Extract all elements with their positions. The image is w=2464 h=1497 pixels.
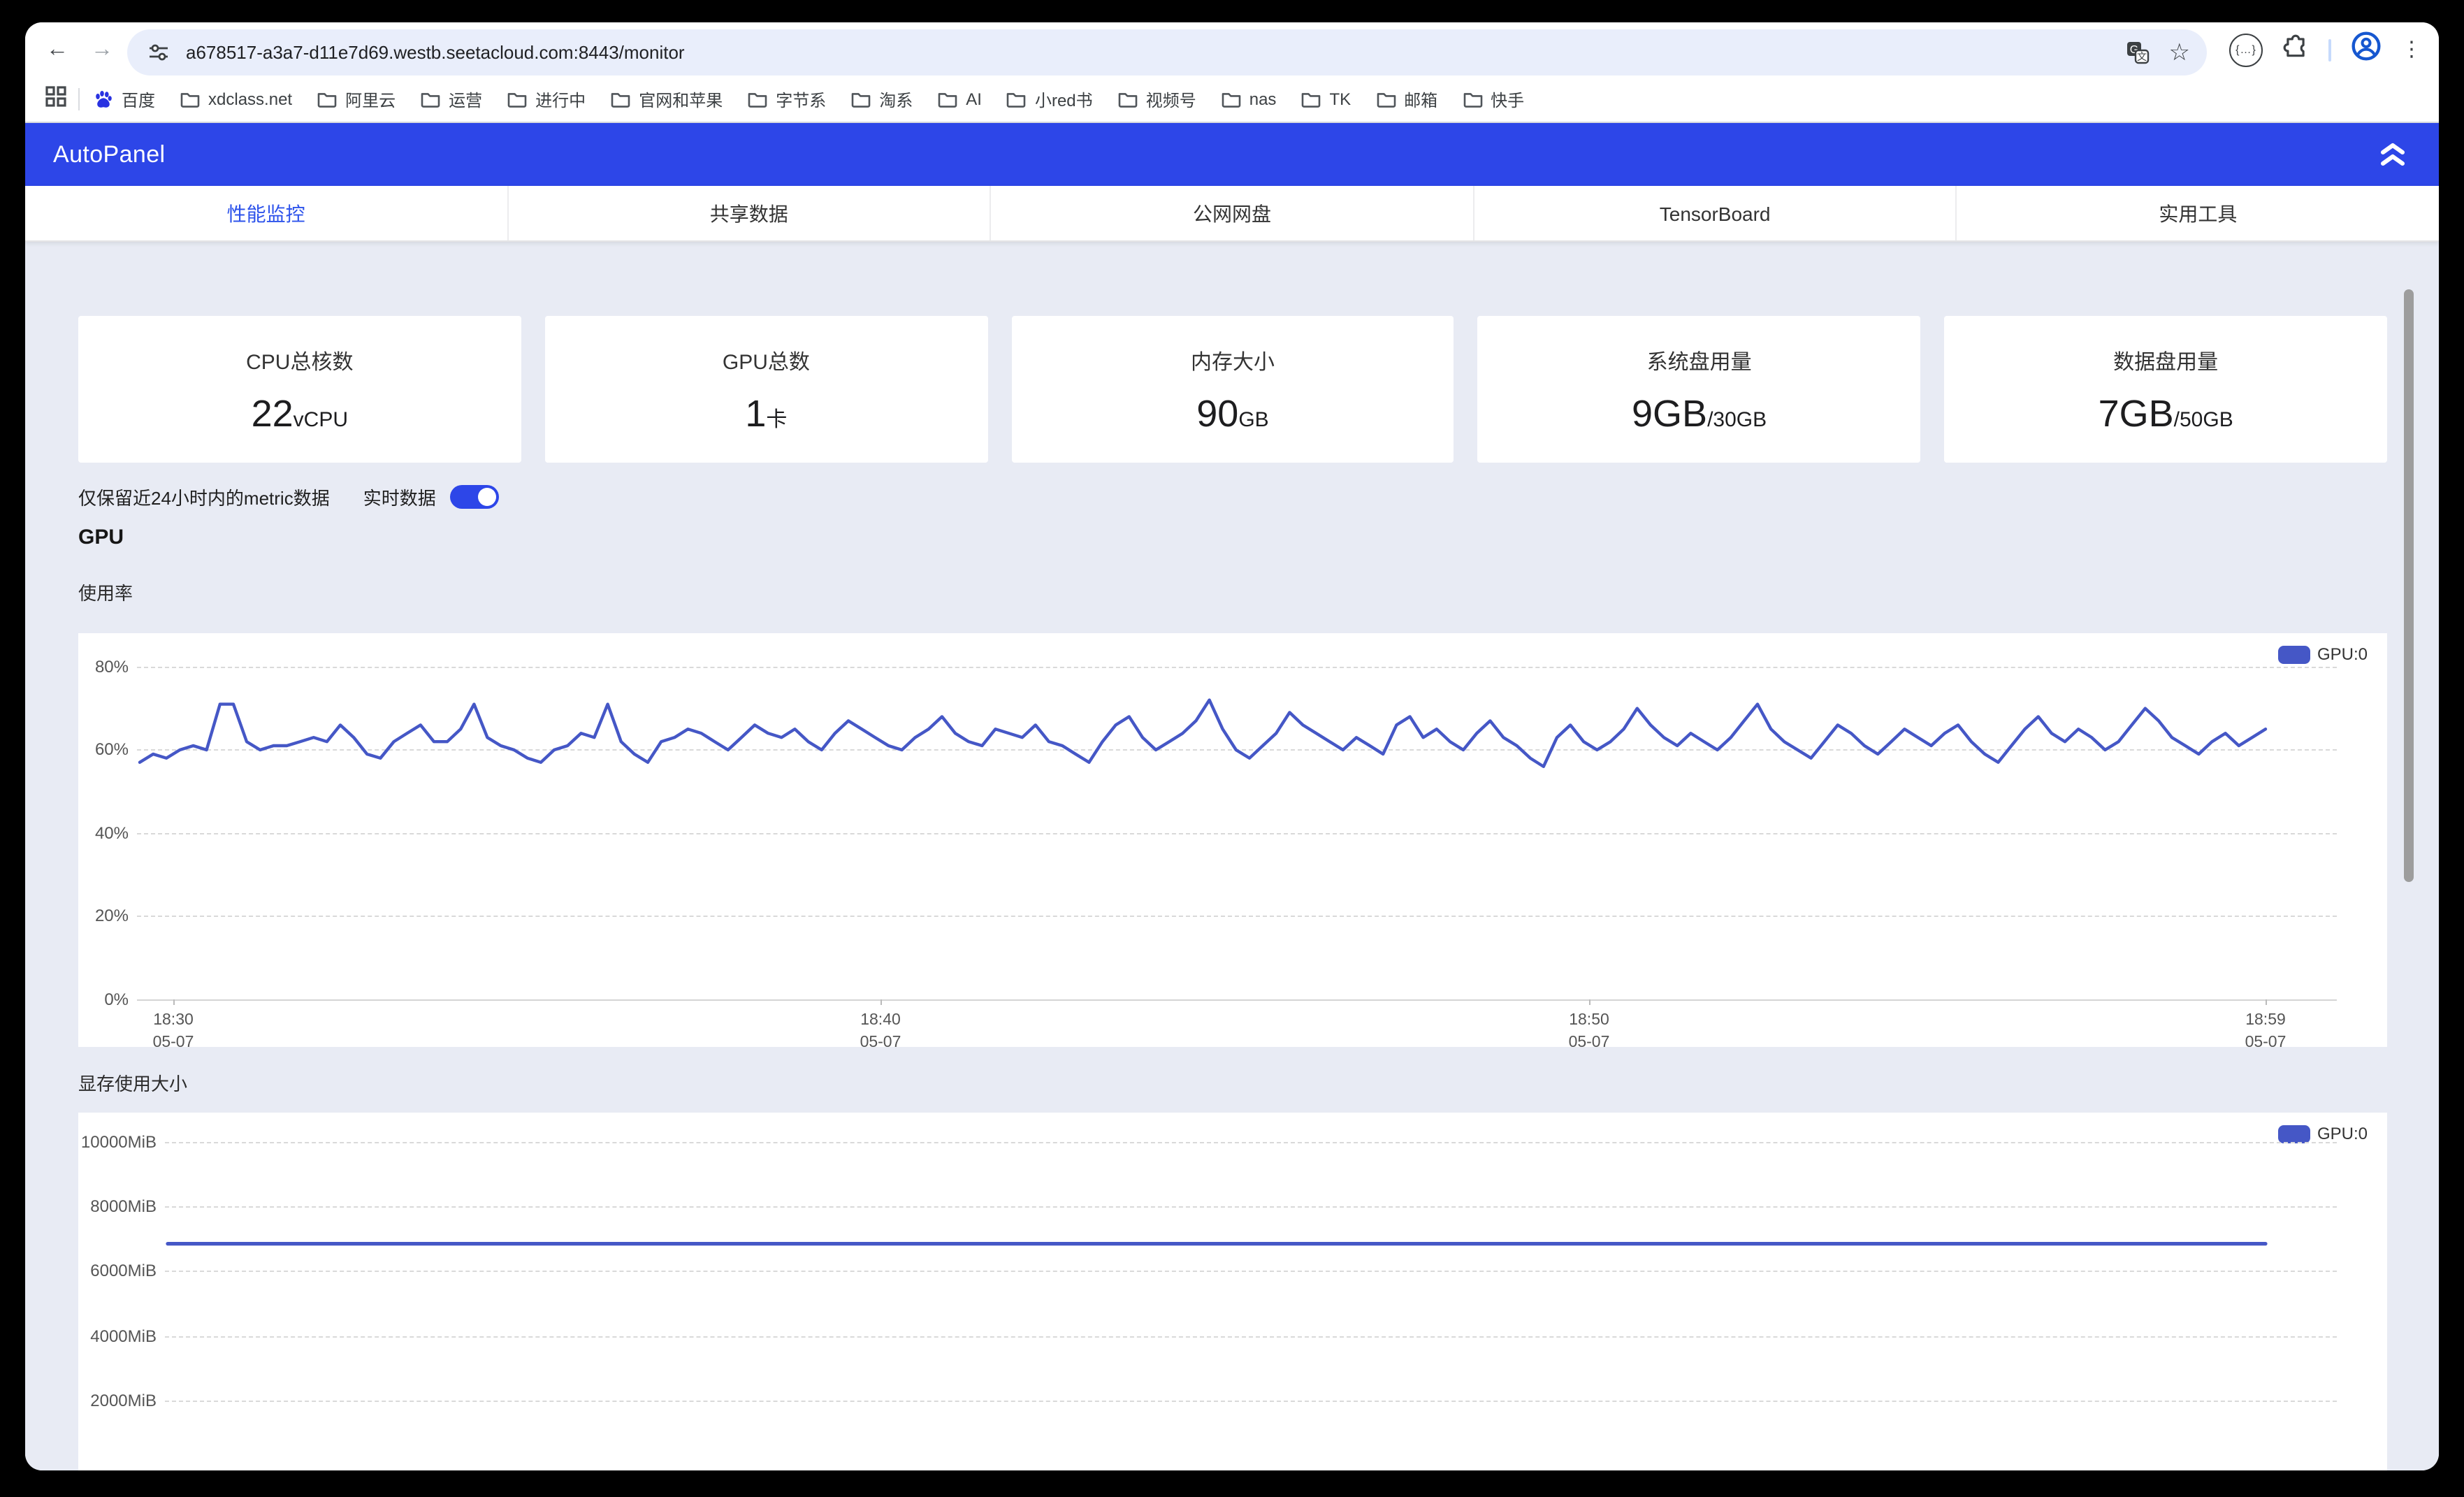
bookmark-item[interactable]: 字节系 bbox=[748, 87, 826, 111]
card-value: 7GB bbox=[2099, 392, 2174, 434]
section-title: GPU bbox=[78, 526, 124, 549]
card-value: 9GB bbox=[1632, 392, 1707, 434]
card-title: 数据盘用量 bbox=[2113, 346, 2218, 375]
stat-cards: CPU总核数 22vCPU GPU总数 1卡 内存大小 90GB 系统盘用量 9… bbox=[78, 316, 2387, 463]
tab-performance-monitor[interactable]: 性能监控 bbox=[25, 186, 508, 240]
translate-icon[interactable]: G文 bbox=[2124, 38, 2152, 66]
browser-window: ← → ↻ a678517-a3a7-d11e7d69.westb.seetac… bbox=[25, 22, 2439, 1470]
bookmark-item[interactable]: xdclass.net bbox=[180, 89, 292, 109]
toolbar-divider bbox=[2328, 38, 2331, 61]
app-title: AutoPanel bbox=[53, 140, 166, 168]
bookmark-item[interactable]: nas bbox=[1222, 89, 1277, 109]
card-memory: 内存大小 90GB bbox=[1011, 316, 1454, 463]
card-title: 内存大小 bbox=[1191, 346, 1275, 375]
bookmarks-bar: 百度 xdclass.net 阿里云 运营 进行中 官网和苹果 字节系 淘系 AI 小red书 视频… bbox=[25, 77, 2439, 123]
realtime-toggle[interactable] bbox=[450, 485, 499, 509]
tab-utilities[interactable]: 实用工具 bbox=[1957, 186, 2439, 240]
svg-text:文: 文 bbox=[2138, 51, 2147, 62]
card-value: 22 bbox=[252, 392, 293, 434]
extensions-puzzle-icon[interactable] bbox=[2282, 33, 2309, 66]
tab-shared-data[interactable]: 共享数据 bbox=[508, 186, 991, 240]
card-unit: /50GB bbox=[2174, 407, 2233, 431]
bookmark-items: 百度 xdclass.net 阿里云 运营 进行中 官网和苹果 字节系 淘系 AI 小red书 视频… bbox=[94, 87, 1549, 111]
card-unit: vCPU bbox=[293, 407, 348, 431]
forward-icon[interactable]: → bbox=[89, 37, 115, 62]
bookmark-item[interactable]: 快手 bbox=[1463, 87, 1524, 111]
bookmark-item[interactable]: 邮箱 bbox=[1376, 87, 1437, 111]
tab-tensorboard[interactable]: TensorBoard bbox=[1474, 186, 1957, 240]
profile-avatar[interactable] bbox=[2351, 31, 2382, 68]
card-title: GPU总数 bbox=[723, 346, 810, 375]
card-title: CPU总核数 bbox=[246, 346, 353, 375]
memory-line-plot[interactable] bbox=[78, 1113, 2387, 1470]
url-text[interactable]: a678517-a3a7-d11e7d69.westb.seetacloud.c… bbox=[186, 42, 2124, 63]
chart1-title: 使用率 bbox=[78, 579, 133, 605]
card-data-disk: 数据盘用量 7GB/50GB bbox=[1944, 316, 2387, 463]
retention-note: 仅保留近24小时内的metric数据 bbox=[78, 484, 330, 510]
card-unit: 卡 bbox=[766, 407, 787, 431]
card-cpu-cores: CPU总核数 22vCPU bbox=[78, 316, 521, 463]
metric-meta-row: 仅保留近24小时内的metric数据 实时数据 bbox=[78, 484, 499, 510]
card-system-disk: 系统盘用量 9GB/30GB bbox=[1478, 316, 1921, 463]
card-value: 90 bbox=[1196, 392, 1238, 434]
tab-bar: 性能监控 共享数据 公网网盘 TensorBoard 实用工具 bbox=[25, 186, 2439, 242]
bookmark-item[interactable]: 视频号 bbox=[1118, 87, 1196, 111]
card-value: 1 bbox=[745, 392, 766, 434]
monitor-page: CPU总核数 22vCPU GPU总数 1卡 内存大小 90GB 系统盘用量 9… bbox=[25, 242, 2439, 1470]
bookmark-item[interactable]: 官网和苹果 bbox=[611, 87, 723, 111]
browser-toolbar: ← → ↻ a678517-a3a7-d11e7d69.westb.seetac… bbox=[25, 22, 2439, 77]
browser-menu-icon[interactable]: ⋮ bbox=[2401, 39, 2422, 60]
card-title: 系统盘用量 bbox=[1647, 346, 1752, 375]
toggle-knob bbox=[478, 488, 496, 506]
collapse-chevrons-icon[interactable] bbox=[2375, 136, 2411, 173]
apps-grid-icon[interactable] bbox=[45, 85, 67, 114]
card-gpu-count: GPU总数 1卡 bbox=[545, 316, 988, 463]
site-settings-icon[interactable] bbox=[144, 38, 172, 66]
extension-badge-icon[interactable]: {…} bbox=[2229, 33, 2263, 66]
app-header: AutoPanel bbox=[25, 123, 2439, 186]
bookmark-item[interactable]: AI bbox=[938, 89, 982, 109]
card-unit: /30GB bbox=[1707, 407, 1767, 431]
bookmarks-divider bbox=[78, 88, 80, 110]
realtime-label: 实时数据 bbox=[363, 484, 436, 510]
bookmark-item[interactable]: 进行中 bbox=[507, 87, 586, 111]
page-scrollbar[interactable] bbox=[2404, 289, 2414, 882]
bookmark-item[interactable]: 淘系 bbox=[851, 87, 913, 111]
gpu-utilization-chart: GPU:0 80% 60% 40% 20% 0% 18:3005-07 18:4… bbox=[78, 633, 2387, 1047]
back-icon[interactable]: ← bbox=[45, 37, 70, 62]
bookmark-item[interactable]: 运营 bbox=[421, 87, 482, 111]
chart2-title: 显存使用大小 bbox=[78, 1069, 187, 1096]
card-unit: GB bbox=[1238, 407, 1268, 431]
bookmark-item[interactable]: 小red书 bbox=[1007, 87, 1093, 111]
bookmark-item[interactable]: TK bbox=[1301, 89, 1351, 109]
url-bar[interactable]: a678517-a3a7-d11e7d69.westb.seetacloud.c… bbox=[127, 29, 2207, 75]
bookmark-item[interactable]: 阿里云 bbox=[317, 87, 396, 111]
bookmark-item[interactable]: 百度 bbox=[94, 87, 155, 111]
tab-public-netdisk[interactable]: 公网网盘 bbox=[991, 186, 1474, 240]
toolbar-right: {…} ⋮ bbox=[2229, 22, 2422, 77]
gpu-memory-chart: GPU:0 10000MiB 8000MiB 6000MiB 4000MiB 2… bbox=[78, 1113, 2387, 1470]
screen: ← → ↻ a678517-a3a7-d11e7d69.westb.seetac… bbox=[0, 0, 2464, 1497]
utilization-line-plot[interactable] bbox=[78, 633, 2387, 1047]
bookmark-star-icon[interactable]: ☆ bbox=[2169, 38, 2191, 66]
